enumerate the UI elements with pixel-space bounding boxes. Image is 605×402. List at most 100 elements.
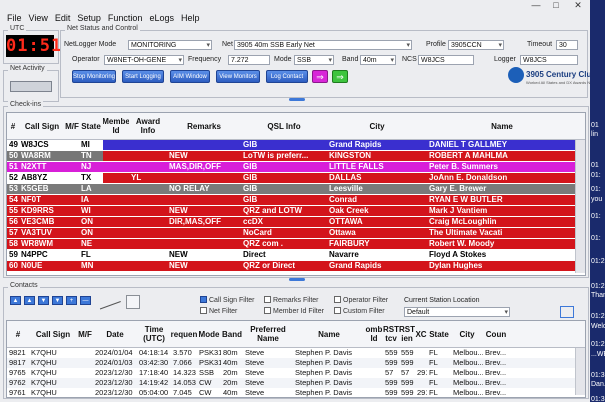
ncs-field[interactable]: W8JCS: [418, 55, 474, 65]
log-contact-button[interactable]: Log Contact: [266, 70, 308, 83]
contacts-col-time[interactable]: Time (UTC): [137, 321, 171, 347]
member-id-filter[interactable]: Member Id Filter: [264, 307, 324, 315]
net-field[interactable]: 3905 40m SSB Early Net: [234, 40, 412, 50]
arrow-right-icon[interactable]: ⇒: [312, 70, 328, 83]
timeout-field[interactable]: 30: [556, 40, 578, 50]
contacts-col-county[interactable]: Coun: [483, 321, 509, 347]
contacts-col-city[interactable]: City: [451, 321, 483, 347]
aim-window-button[interactable]: AIM Window: [170, 70, 210, 83]
maximize-button[interactable]: □: [548, 0, 564, 12]
station-location-dropdown[interactable]: Default: [404, 307, 510, 317]
checkin-row[interactable]: 54 NF0T IA GIB Conrad RYAN E W BUTLER: [7, 195, 577, 205]
checkin-row[interactable]: 53 K5GEB LA NO RELAY GIB Leesville Gary E. Bre…: [7, 184, 577, 194]
contacts-col-name[interactable]: Name: [293, 321, 365, 347]
contact-row[interactable]: 9765 K7QHU 2023/12/30 17:18:40 14.323 SSB 20m S…: [7, 368, 575, 378]
net-filter[interactable]: Net Filter: [200, 307, 237, 315]
contact-row[interactable]: 9762 K7QHU 2023/12/30 14:19:42 14.053 CW 20m St…: [7, 378, 575, 388]
checkin-row[interactable]: 49 W8JCS MI GIB Grand Rapids DANIEL T GALLMEY: [7, 140, 577, 150]
remarks-filter[interactable]: Remarks Filter: [264, 296, 319, 304]
checkins-col-call-sign[interactable]: Call Sign: [19, 113, 65, 139]
checkin-row[interactable]: 59 N4PPC FL NEW Direct Navarre Floyd A Stokes: [7, 250, 577, 260]
checkin-row[interactable]: 60 N0UE MN NEW QRZ or Direct Grand Rapids Dyla…: [7, 261, 577, 271]
menu-elogs[interactable]: eLogs: [149, 12, 174, 25]
menu-function[interactable]: Function: [108, 12, 143, 25]
menu-view[interactable]: View: [29, 12, 48, 25]
contact-row[interactable]: 9821 K7QHU 2024/01/04 04:18:14 3.570 PSK31 80m…: [7, 348, 575, 358]
menu-setup[interactable]: Setup: [77, 12, 101, 25]
checkin-row[interactable]: 52 AB8YZ TX YL GIB DALLAS JoAnn E. Donaldson: [7, 173, 577, 183]
export-icon[interactable]: [560, 306, 574, 318]
checkins-scrollbar[interactable]: [575, 140, 585, 273]
contacts-col-state[interactable]: State: [427, 321, 451, 347]
profile-field[interactable]: 3905CCN: [448, 40, 504, 50]
splitter-handle-top[interactable]: [289, 98, 305, 101]
stop-monitoring-button[interactable]: Stop Monitoring: [72, 70, 116, 83]
contacts-col-mf[interactable]: M/F: [77, 321, 93, 347]
checkbox-icon[interactable]: [334, 307, 341, 314]
net-filter-label: Net Filter: [209, 308, 238, 315]
chat-line: you: [591, 196, 603, 203]
chat-side-panel[interactable]: 01 lin 01 01: 01: you 01: 01: 01:2 01:2 Than 01:29 W…: [590, 0, 605, 402]
contacts-col-rst-sent[interactable]: RST ien: [399, 321, 415, 347]
contacts-col-xc[interactable]: XC: [415, 321, 427, 347]
start-logging-button[interactable]: Start Logging: [122, 70, 164, 83]
remove-icon[interactable]: —: [80, 296, 91, 305]
checkins-col-num[interactable]: #: [7, 113, 19, 139]
checkin-row[interactable]: 51 N2XTT NJ MAS,DIR,OFF GIB LITTLE FALLS Peter…: [7, 162, 577, 172]
netlogger-mode-field[interactable]: MONITORING: [128, 40, 212, 50]
arrow-right-green-icon[interactable]: ⇒: [332, 70, 348, 83]
contacts-header: # Call Sign M/F Date Time (UTC) requen Mode Ban…: [7, 321, 585, 348]
edit-icon[interactable]: [126, 295, 140, 309]
contact-row[interactable]: 9817 K7QHU 2024/01/03 03:42:30 7.066 PSK31 40m…: [7, 358, 575, 368]
move-top-icon[interactable]: ▲: [10, 296, 21, 305]
checkbox-icon[interactable]: [264, 307, 271, 314]
contact-row[interactable]: 9761 K7QHU 2023/12/30 05:04:00 7.045 CW 40m Ste…: [7, 388, 575, 397]
close-button[interactable]: ✕: [570, 0, 586, 12]
view-monitors-button[interactable]: View Monitors: [216, 70, 260, 83]
checkins-col-mf[interactable]: M/F: [65, 113, 79, 139]
menu-edit[interactable]: Edit: [55, 12, 71, 25]
splitter-handle-bottom[interactable]: [289, 278, 305, 281]
contacts-col-frequency[interactable]: requen: [171, 321, 197, 347]
checkbox-icon[interactable]: [264, 296, 271, 303]
checkbox-checked-icon[interactable]: [200, 296, 207, 303]
checkins-col-remarks[interactable]: Remarks: [167, 113, 241, 139]
checkins-col-city[interactable]: City: [327, 113, 427, 139]
checkin-row[interactable]: 55 KD9RRS WI NEW QRZ and LOTW Oak Creek Mark J…: [7, 206, 577, 216]
checkins-col-state[interactable]: State: [79, 113, 103, 139]
menu-file[interactable]: File: [7, 12, 22, 25]
add-icon[interactable]: +: [66, 296, 77, 305]
checkins-col-member-id[interactable]: Membe Id: [103, 113, 129, 139]
call-sign-filter[interactable]: Call Sign Filter: [200, 296, 255, 304]
checkbox-icon[interactable]: [200, 307, 207, 314]
checkin-row[interactable]: 57 VA3TUV ON NoCard Ottawa The Ultimate Vacat…: [7, 228, 577, 238]
checkins-col-name[interactable]: Name: [427, 113, 577, 139]
contacts-col-call-sign[interactable]: Call Sign: [29, 321, 77, 347]
move-up-icon[interactable]: ▲: [24, 296, 35, 305]
contacts-col-rst-received[interactable]: RST tcv: [383, 321, 399, 347]
mode-field[interactable]: SSB: [294, 55, 334, 65]
minimize-button[interactable]: —: [528, 0, 544, 12]
move-bottom-icon[interactable]: ▼: [52, 296, 63, 305]
contacts-col-num[interactable]: #: [7, 321, 29, 347]
contacts-col-date[interactable]: Date: [93, 321, 137, 347]
checkins-col-qsl-info[interactable]: QSL Info: [241, 113, 327, 139]
checkbox-icon[interactable]: [334, 296, 341, 303]
operator-field[interactable]: W8NET-OH-GENE: [104, 55, 184, 65]
band-field[interactable]: 40m: [360, 55, 396, 65]
logger-field[interactable]: W8JCS: [520, 55, 578, 65]
checkin-row[interactable]: 56 VE3CMB ON DIR,MAS,OFF ccDX OTTAWA Craig McL…: [7, 217, 577, 227]
custom-filter[interactable]: Custom Filter: [334, 307, 385, 315]
frequency-field[interactable]: 7.272: [228, 55, 270, 65]
checkin-row[interactable]: 50 WA8RM TN NEW LoTW is preferr... KINGSTON RO…: [7, 151, 577, 161]
menu-help[interactable]: Help: [181, 12, 200, 25]
move-down-icon[interactable]: ▼: [38, 296, 49, 305]
checkins-col-award-info[interactable]: Award Info: [129, 113, 167, 139]
contacts-col-preferred-name[interactable]: Preferred Name: [243, 321, 293, 347]
operator-filter[interactable]: Operator Filter: [334, 296, 388, 304]
contacts-col-member-id[interactable]: omb Id: [365, 321, 383, 347]
contacts-scrollbar[interactable]: [575, 348, 585, 395]
contacts-col-band[interactable]: Band: [221, 321, 243, 347]
checkin-row[interactable]: 58 WR8WM NE QRZ com . FAIRBURY Robert W. Mood…: [7, 239, 577, 249]
contacts-col-mode[interactable]: Mode: [197, 321, 221, 347]
